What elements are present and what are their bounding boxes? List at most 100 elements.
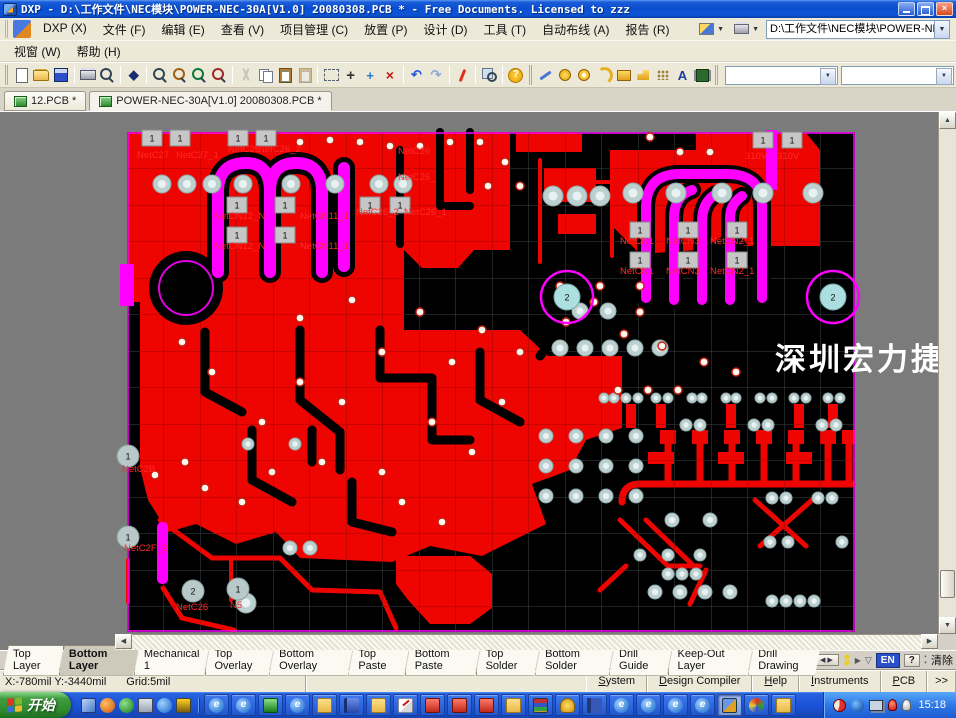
show-desktop-icon[interactable] [81,698,96,713]
open-button[interactable] [32,65,52,86]
via[interactable] [356,138,364,146]
filter-icon[interactable]: ▽ [865,655,872,666]
calculator-icon[interactable] [138,698,153,713]
via[interactable] [201,484,209,492]
menu-autoroute[interactable]: 自动布线 (A) [534,18,617,41]
net-label[interactable]: N5 [230,600,242,611]
place-string-button[interactable] [673,65,693,86]
net-label[interactable]: NetC26_2 [356,207,399,218]
via[interactable] [181,458,189,466]
place-array-button[interactable] [653,65,673,86]
taskbar-window-button-11[interactable] [474,694,499,716]
panel-expand-icon[interactable]: ▶ [855,656,861,665]
interactive-route-button[interactable] [453,65,473,86]
pcb-drawing[interactable]: 111111111111111111112122NetC27NetC27_1Ne… [0,112,956,650]
via[interactable] [516,182,524,190]
taskbar-window-button-15[interactable] [582,694,607,716]
zoom-in-button[interactable] [150,65,170,86]
via[interactable] [620,330,628,338]
help-button[interactable] [506,65,526,86]
net-label[interactable]: NetCN1 [620,266,654,277]
net-label[interactable]: NetC27 [137,150,169,161]
layer-tab-top-layer[interactable]: Top Layer [3,645,64,676]
scroll-down-icon[interactable]: ▼ [939,617,956,634]
via[interactable] [318,458,326,466]
menu-dxp[interactable]: DXP (X) [35,18,95,41]
clear-filter-button[interactable] [380,65,400,86]
layer-scroll-buttons[interactable]: ◀▶ [816,654,839,666]
via[interactable] [732,368,740,376]
cut-button[interactable] [236,65,256,86]
copy-button[interactable] [255,65,275,86]
via[interactable] [268,468,276,476]
redo-button[interactable] [426,65,446,86]
via[interactable] [468,448,476,456]
close-button[interactable]: × [936,2,953,16]
select-rect-button[interactable] [321,65,341,86]
net-label[interactable]: NetC27_1 [176,150,219,161]
agent-tray-icon[interactable] [851,699,864,712]
layers-button[interactable] [124,65,144,86]
taskbar-window-button-2[interactable] [231,694,256,716]
via[interactable] [596,282,604,290]
taskbar-window-button-7[interactable] [366,694,391,716]
paste-special-button[interactable] [295,65,315,86]
zoom-select-button[interactable] [190,65,210,86]
taskbar-window-button-1[interactable] [204,694,229,716]
via[interactable] [501,158,509,166]
via[interactable] [296,378,304,386]
net-label[interactable]: NetCN3 [666,266,700,277]
net-label[interactable]: NetCN12_N [214,241,265,252]
document-tab-2[interactable]: POWER-NEC-30A[V1.0] 20080308.PCB * [89,91,331,111]
taskbar-window-button-3[interactable] [258,694,283,716]
via[interactable] [674,386,682,394]
via[interactable] [378,348,386,356]
preview-button[interactable] [97,65,117,86]
net-label[interactable]: NetC26_2 [258,144,301,155]
taskbar-window-button-22[interactable] [771,694,796,716]
vertical-scroll-thumb[interactable] [940,570,955,598]
menu-file[interactable]: 文件 (F) [95,18,154,41]
zoom-area-button[interactable] [170,65,190,86]
ime-clear-button[interactable]: 清除 [931,652,953,668]
taskbar-window-button-16[interactable] [609,694,634,716]
menu-view[interactable]: 查看 (V) [213,18,272,41]
via[interactable] [448,358,456,366]
place-arc-button[interactable] [594,65,614,86]
winamp-icon[interactable] [176,698,191,713]
ime-help-button[interactable]: ? [904,654,920,667]
document-path-combo[interactable]: D:\工作文件\NEC模块\POWER-NEC-3 ▼ [766,20,950,39]
via[interactable] [700,358,708,366]
network-tray-icon[interactable] [869,700,883,711]
menu-design[interactable]: 设计 (D) [416,18,476,41]
via[interactable] [636,282,644,290]
net-label[interactable]: NetCN2_1 [710,236,754,247]
paste-button[interactable] [275,65,295,86]
place-via-button[interactable] [575,65,595,86]
panel-button-pcb[interactable]: PCB [881,671,928,692]
chevron-down-icon[interactable]: ▼ [934,20,950,39]
taskbar-window-button-4[interactable] [285,694,310,716]
net-label[interactable]: NetC26_1 [404,207,447,218]
menu-edit[interactable]: 编辑 (E) [153,18,212,41]
menu-place[interactable]: 放置 (P) [356,18,415,41]
net-label[interactable]: NetCN11_1 [300,241,349,252]
component-combo[interactable] [725,66,838,85]
taskbar-window-button-8[interactable] [393,694,418,716]
move-button[interactable] [341,65,361,86]
cross-probe-button[interactable] [360,65,380,86]
antivirus-tray-icon[interactable] [833,699,846,712]
place-component-button[interactable] [692,65,712,86]
via[interactable] [348,296,356,304]
net-label[interactable]: 310V [777,151,800,162]
taskbar-window-button-12[interactable] [501,694,526,716]
restore-button[interactable] [917,2,934,16]
zoom-clear-button[interactable] [209,65,229,86]
net-label[interactable]: NetCN12_N [214,211,265,222]
via[interactable] [338,398,346,406]
lamp-red-tray-icon[interactable] [888,699,897,711]
net-label[interactable]: NetCN11_1 [300,211,349,222]
via[interactable] [178,338,186,346]
via[interactable] [614,386,622,394]
net-label[interactable]: NetC26_ [398,172,436,183]
